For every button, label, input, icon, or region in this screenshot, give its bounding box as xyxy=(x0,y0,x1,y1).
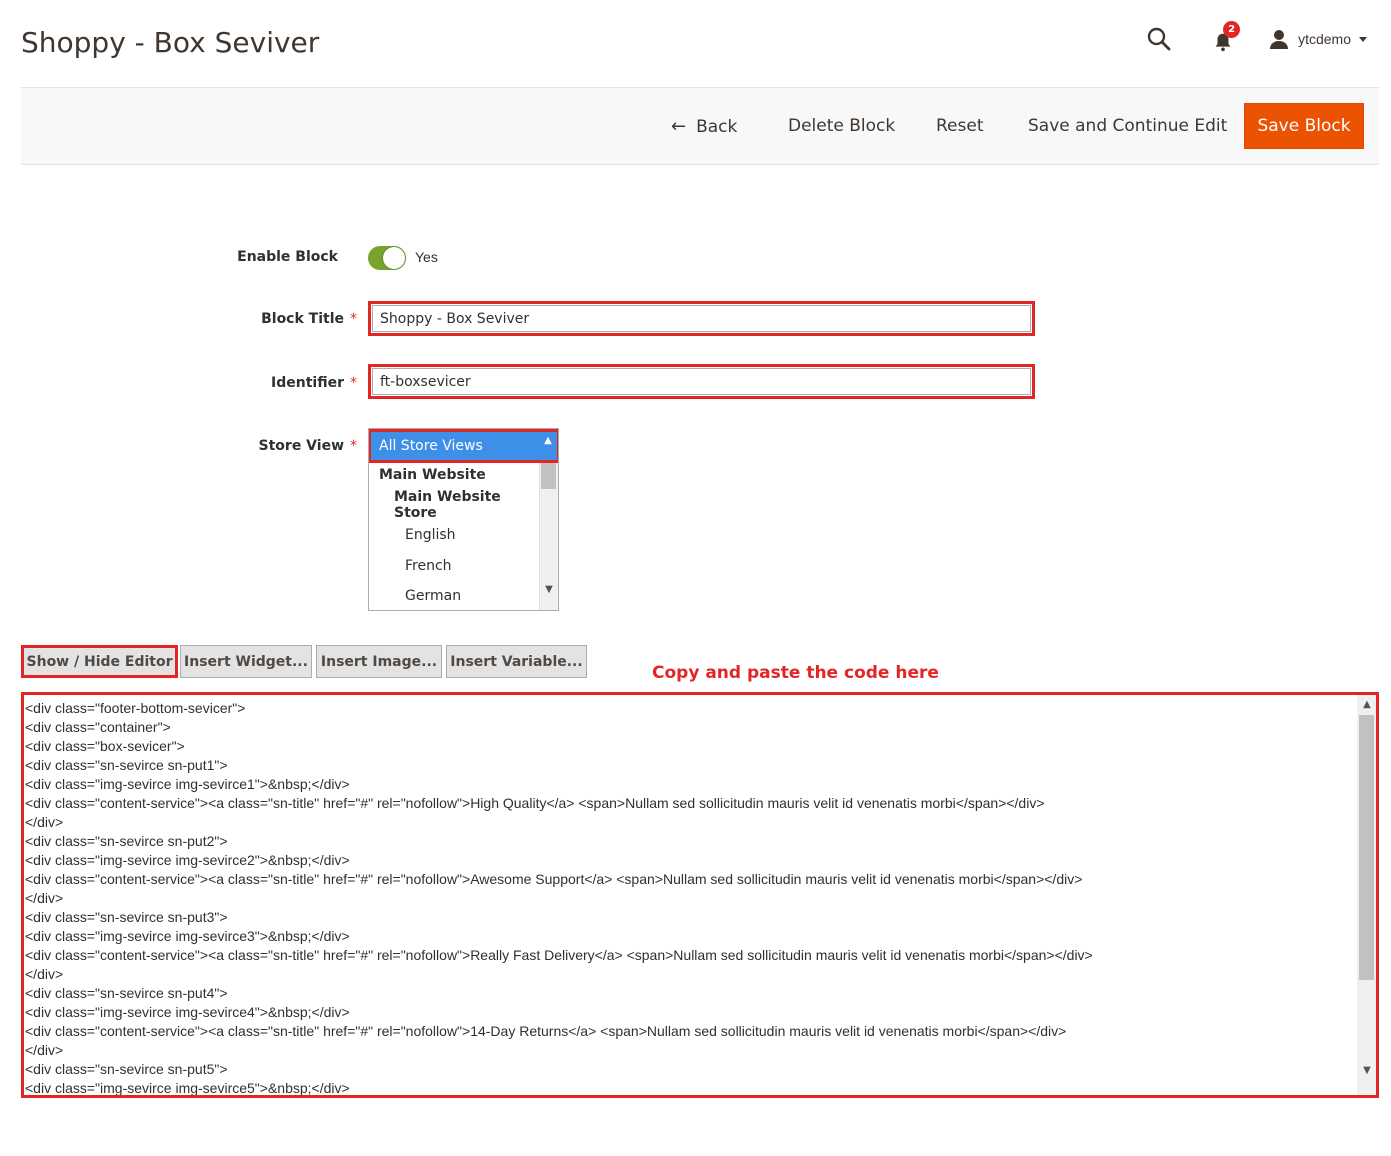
insert-widget-button[interactable]: Insert Widget... xyxy=(180,645,312,678)
store-view-multiselect[interactable]: All Store Views Main Website Main Websit… xyxy=(368,428,559,611)
block-title-value: Shoppy - Box Seviver xyxy=(380,310,530,327)
code-line: <div class="content-service"><a class="s… xyxy=(25,871,1083,887)
required-mark: * xyxy=(350,375,357,391)
code-line: </div> xyxy=(25,1042,64,1058)
code-line: </div> xyxy=(25,966,64,982)
identifier-input[interactable]: ft-boxsevicer xyxy=(368,364,1035,399)
save-and-continue-button[interactable]: Save and Continue Edit xyxy=(1028,116,1227,136)
user-menu[interactable]: ytcdemo xyxy=(1268,28,1367,50)
toggle-knob xyxy=(383,247,405,269)
save-block-button[interactable]: Save Block xyxy=(1244,103,1364,149)
code-line: <div class="img-sevirce img-sevirce4">&n… xyxy=(25,1004,350,1020)
code-line: <div class="content-service"><a class="s… xyxy=(25,795,1045,811)
identifier-label: Identifier * xyxy=(271,375,357,391)
back-button[interactable]: ← Back xyxy=(671,116,737,137)
header-actions: 2 ytcdemo xyxy=(1146,21,1367,54)
scrollbar-thumb[interactable] xyxy=(541,463,556,489)
enable-block-value: Yes xyxy=(415,249,438,265)
delete-block-button[interactable]: Delete Block xyxy=(788,116,895,136)
notifications-bell-icon[interactable]: 2 xyxy=(1212,21,1241,52)
code-line: <div class="sn-sevirce sn-put3"> xyxy=(25,909,228,925)
enable-block-label: Enable Block xyxy=(237,249,338,265)
insert-image-button[interactable]: Insert Image... xyxy=(316,645,442,678)
insert-variable-button[interactable]: Insert Variable... xyxy=(446,645,587,678)
chevron-up-icon[interactable]: ▲ xyxy=(1361,699,1373,711)
page-actions-bar: ← Back Delete Block Reset Save and Conti… xyxy=(21,87,1379,165)
code-content: <div class="footer-bottom-sevicer"> <div … xyxy=(25,699,1356,1096)
block-title-input[interactable]: Shoppy - Box Seviver xyxy=(368,301,1035,336)
identifier-value: ft-boxsevicer xyxy=(380,373,471,390)
page-title: Shoppy - Box Seviver xyxy=(21,26,320,59)
show-hide-editor-button[interactable]: Show / Hide Editor xyxy=(21,645,178,678)
code-line: <div class="sn-sevirce sn-put2"> xyxy=(25,833,228,849)
code-line: <div class="content-service"><a class="s… xyxy=(25,1023,1067,1039)
chevron-up-icon[interactable]: ▲ xyxy=(542,435,554,447)
store-option-main-website[interactable]: Main Website xyxy=(369,460,539,490)
code-line: <div class="box-sevicer"> xyxy=(25,738,185,754)
store-option-main-website-store[interactable]: Main Website Store xyxy=(369,489,539,521)
code-line: <div class="container"> xyxy=(25,719,171,735)
block-title-label: Block Title * xyxy=(261,311,357,327)
required-mark: * xyxy=(350,311,357,327)
chevron-down-icon xyxy=(1359,36,1367,42)
code-line: <div class="img-sevirce img-sevirce2">&n… xyxy=(25,852,350,868)
user-icon xyxy=(1268,28,1290,50)
code-line: <div class="sn-sevirce sn-put4"> xyxy=(25,985,228,1001)
code-line: <div class="img-sevirce img-sevirce3">&n… xyxy=(25,928,350,944)
block-title-label-text: Block Title xyxy=(261,311,344,327)
store-view-label: Store View * xyxy=(259,438,357,454)
content-textarea[interactable]: <div class="footer-bottom-sevicer"> <div … xyxy=(21,692,1379,1098)
required-mark: * xyxy=(350,438,357,454)
code-line: </div> xyxy=(25,814,64,830)
code-line: <div class="sn-sevirce sn-put5"> xyxy=(25,1061,228,1077)
store-option-french[interactable]: French xyxy=(369,551,539,581)
code-line: <div class="content-service"><a class="s… xyxy=(25,947,1093,963)
store-option-english[interactable]: English xyxy=(369,520,539,550)
identifier-label-text: Identifier xyxy=(271,375,344,391)
search-icon[interactable] xyxy=(1146,26,1172,52)
code-line: <div class="footer-bottom-sevicer"> xyxy=(25,700,246,716)
store-option-all[interactable]: All Store Views xyxy=(369,429,558,463)
code-line: <div class="img-sevirce img-sevirce1">&n… xyxy=(25,776,350,792)
enable-block-toggle[interactable] xyxy=(368,246,406,270)
store-view-scrollbar[interactable]: ▼ xyxy=(539,463,558,610)
annotation-note: Copy and paste the code here xyxy=(652,663,939,683)
notification-count-badge: 2 xyxy=(1223,21,1241,38)
user-name: ytcdemo xyxy=(1298,31,1351,47)
code-line: <div class="sn-sevirce sn-put1"> xyxy=(25,757,228,773)
chevron-down-icon[interactable]: ▼ xyxy=(543,584,555,596)
back-label: Back xyxy=(696,116,738,137)
reset-button[interactable]: Reset xyxy=(936,116,984,136)
store-option-german[interactable]: German xyxy=(369,581,539,610)
scrollbar-thumb[interactable] xyxy=(1359,715,1374,980)
textarea-scrollbar[interactable]: ▲ ▼ xyxy=(1357,695,1376,1095)
code-line: </div> xyxy=(25,890,64,906)
chevron-down-icon[interactable]: ▼ xyxy=(1361,1065,1373,1077)
code-line: <div class="img-sevirce img-sevirce5">&n… xyxy=(25,1080,350,1096)
arrow-left-icon: ← xyxy=(671,116,687,137)
store-view-label-text: Store View xyxy=(258,438,344,454)
